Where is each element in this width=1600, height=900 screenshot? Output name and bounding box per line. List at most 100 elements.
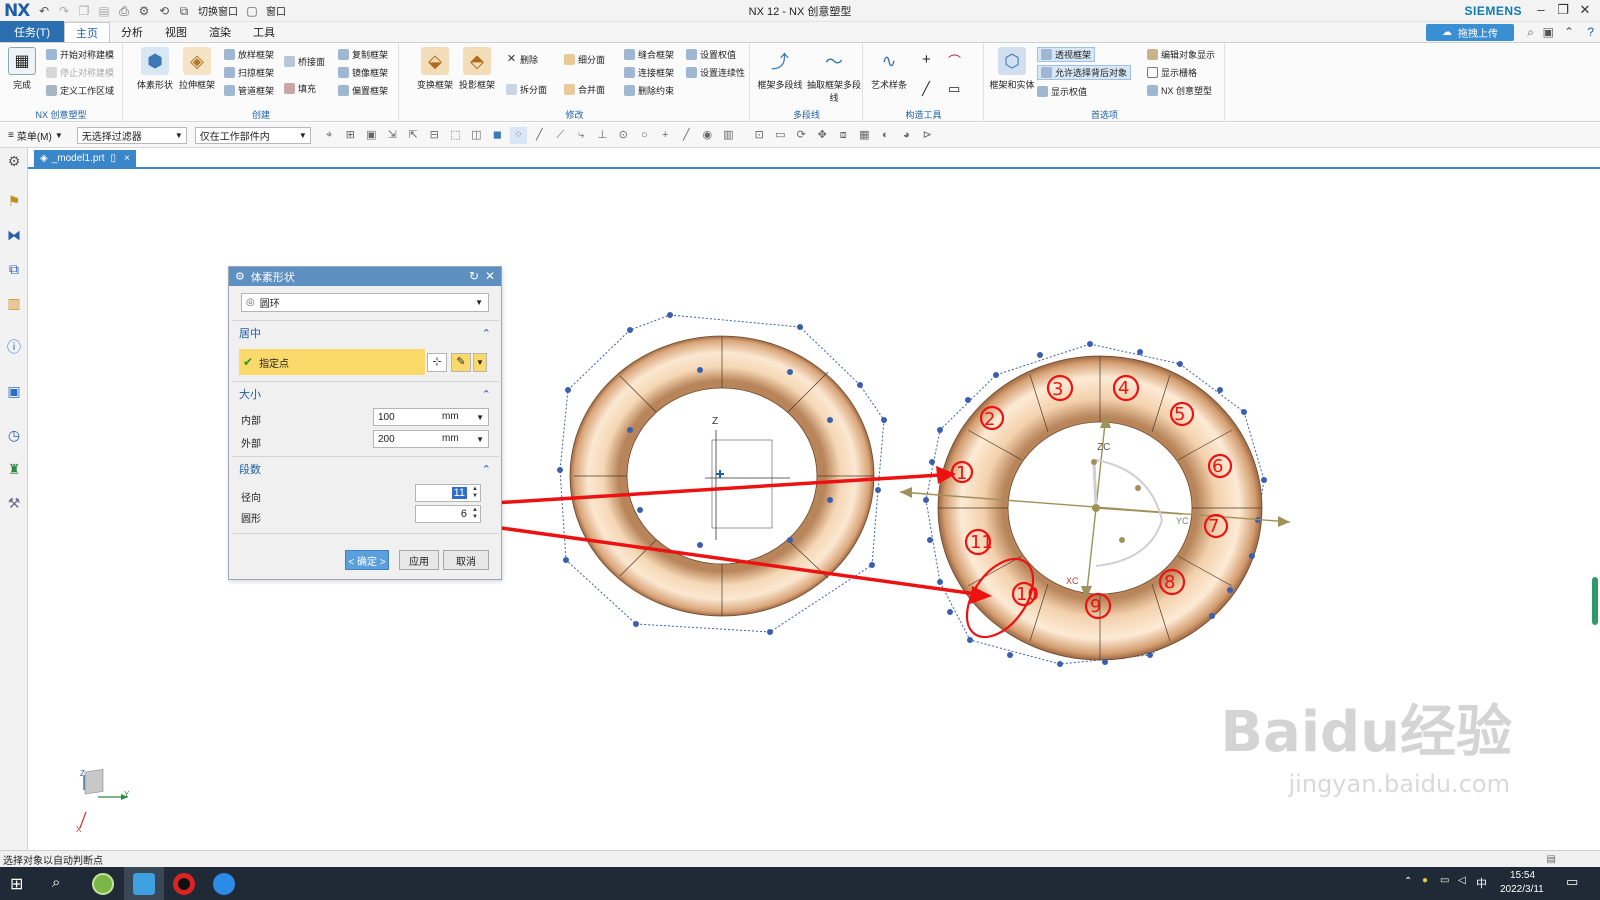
minimize-icon[interactable]: – [1532, 2, 1550, 17]
layout-icon[interactable]: ▣ [1543, 25, 1554, 39]
pick-icon[interactable]: ⇲ [384, 127, 401, 144]
tab-home[interactable]: 主页 [64, 22, 110, 42]
selection-scope-dropdown[interactable]: 仅在工作部件内 ▼ [194, 126, 311, 144]
mirror-frame-button[interactable]: 镜像框架 [338, 66, 388, 79]
view-fit-icon[interactable]: ⊡ [751, 127, 768, 144]
switch-window-icon[interactable]: ⧉ [177, 4, 191, 18]
circular-segments-spinner[interactable]: 6 ▲ ▼ [415, 505, 481, 523]
set-continuity-button[interactable]: 设置连续性 [686, 66, 745, 79]
shading-icon[interactable]: ◕ [898, 127, 915, 144]
inner-unit[interactable]: mm [442, 411, 459, 422]
outer-unit[interactable]: mm [442, 433, 459, 444]
extrude-frame-button[interactable]: ◈ 拉伸框架 [174, 47, 220, 91]
point-tool-icon[interactable]: + [922, 51, 931, 68]
reuse-library-icon[interactable]: ▥ [5, 294, 23, 312]
web-browser-icon[interactable]: ⓘ [5, 338, 23, 356]
specify-point-row[interactable]: ✔ 指定点 [239, 349, 425, 375]
show-grid-button[interactable]: 显示栅格 [1147, 66, 1197, 79]
radial-segments-spinner[interactable]: 11 ▲ ▼ [415, 484, 481, 502]
close-window-icon[interactable]: ✕ [1576, 2, 1594, 18]
perpendicular-snap-icon[interactable]: ⊥ [594, 127, 611, 144]
ok-button[interactable]: < 确定 > [345, 550, 389, 570]
tools-icon[interactable]: ⚙ [137, 4, 151, 18]
help-icon[interactable]: ? [1587, 25, 1594, 39]
section-center-header[interactable]: 居中 ⌃ [237, 324, 495, 342]
cloud-upload-button[interactable]: ☁ 拖拽上传 [1426, 24, 1514, 41]
fill-button[interactable]: 填充 [284, 82, 316, 95]
cancel-button[interactable]: 取消 [443, 550, 489, 570]
frame-and-body-button[interactable]: ⬡ 框架和实体 [989, 47, 1035, 91]
curve-snap-icon[interactable]: ⤷ [573, 127, 590, 144]
copy-icon[interactable]: ❐ [77, 4, 91, 18]
point-options-dropdown[interactable]: ▼ [473, 353, 487, 372]
inner-diameter-input[interactable]: 100 mm ▼ [373, 408, 489, 426]
system-materials-icon[interactable]: ⚒ [5, 494, 23, 512]
clock-icon[interactable]: ◷ [5, 426, 23, 444]
recorder-icon[interactable] [173, 873, 195, 895]
vertical-scrollbar-thumb[interactable] [1592, 577, 1598, 625]
document-tab[interactable]: ◈ _model1.prt ▯ × [34, 150, 136, 167]
line-tool-icon[interactable]: ╱ [922, 81, 930, 97]
tab-tools[interactable]: 工具 [242, 22, 286, 42]
split-face-button[interactable]: 拆分面 [506, 83, 547, 96]
box-select-icon[interactable]: ⬚ [447, 127, 464, 144]
shape-type-dropdown[interactable]: ◎ 圆环 ▼ [241, 293, 489, 312]
chevron-down-icon[interactable]: ▼ [476, 413, 484, 422]
pick-multi-icon[interactable]: ⇱ [405, 127, 422, 144]
settings-icon[interactable]: ⚙ [5, 152, 23, 170]
tab-view[interactable]: 视图 [154, 22, 198, 42]
browser-icon[interactable] [92, 873, 114, 895]
roles-icon[interactable]: ♜ [5, 460, 23, 478]
clock-time[interactable]: 15:54 [1510, 870, 1535, 881]
messenger-icon[interactable] [213, 873, 235, 895]
project-frame-button[interactable]: ⬘ 投影框架 [454, 47, 500, 91]
cube-icon[interactable]: ◫ [468, 127, 485, 144]
merge-face-button[interactable]: 合并面 [564, 83, 605, 96]
volume-icon[interactable]: ◁ [1458, 875, 1466, 886]
sweep-frame-button[interactable]: 扫掠框架 [224, 66, 274, 79]
pipe-frame-button[interactable]: 管道框架 [224, 84, 274, 97]
line-tool-icon[interactable]: ╱ [678, 127, 695, 144]
repeat-icon[interactable]: ⟲ [157, 4, 171, 18]
spinner-arrows-icon[interactable]: ▲ ▼ [472, 486, 478, 500]
collapse-ribbon-icon[interactable]: ⌃ [1564, 25, 1574, 39]
pan-icon[interactable]: ✥ [814, 127, 831, 144]
point-dialog-button[interactable]: ⊹ [427, 353, 447, 372]
vertex-snap-icon[interactable]: ⁘ [509, 126, 527, 144]
part-navigator-icon[interactable]: ⚑ [5, 192, 23, 210]
snap-icon[interactable]: ⌖ [321, 127, 338, 144]
tab-analysis[interactable]: 分析 [110, 22, 154, 42]
restore-icon[interactable]: ❐ [1554, 2, 1572, 18]
tray-chevron-icon[interactable]: ⌃ [1404, 876, 1412, 887]
circle-snap-icon[interactable]: ○ [636, 127, 653, 144]
art-spline-button[interactable]: ∿ 艺术样条 [866, 47, 912, 91]
view-window-icon[interactable]: ▭ [772, 127, 789, 144]
see-through-frame-toggle[interactable]: 透视框架 [1037, 47, 1096, 62]
nx-app-icon[interactable] [133, 873, 155, 895]
center-snap-icon[interactable]: ⊙ [615, 127, 632, 144]
reset-icon[interactable]: ↻ [469, 269, 479, 283]
point-snap-icon[interactable]: ◉ [699, 127, 716, 144]
stitch-frame-button[interactable]: 缝合框架 [624, 48, 674, 61]
inferred-point-button[interactable]: ✎ [451, 353, 471, 372]
layer-icon[interactable]: ▥ [720, 127, 737, 144]
ime-indicator[interactable]: 中 [1476, 875, 1487, 891]
constraint-navigator-icon[interactable]: ⧉ [5, 260, 23, 278]
assembly-navigator-icon[interactable]: ⧓ [5, 226, 23, 244]
clock-date[interactable]: 2022/3/11 [1500, 884, 1544, 895]
set-weight-button[interactable]: 设置权值 [686, 48, 736, 61]
connect-frame-button[interactable]: 连接框架 [624, 66, 674, 79]
tray-app-icon[interactable]: ● [1422, 875, 1428, 886]
filter-icon[interactable]: ⊞ [342, 127, 359, 144]
spinner-arrows-icon[interactable]: ▲ ▼ [472, 507, 478, 521]
search-icon[interactable]: ⌕ [1527, 25, 1534, 40]
finish-button[interactable]: ▦ 完成 [2, 47, 42, 91]
tab-task[interactable]: 任务(T) [0, 21, 64, 42]
visibility-icon[interactable]: ⊳ [919, 127, 936, 144]
window-icon[interactable]: ▢ [245, 4, 259, 18]
face-icon[interactable]: ◼ [489, 127, 506, 144]
body-shape-button[interactable]: ⬢ 体素形状 [132, 47, 178, 91]
apply-button[interactable]: 应用 [399, 550, 439, 570]
dialog-title-bar[interactable]: ⚙ 体素形状 ↻ ✕ [229, 267, 501, 286]
windows-start-icon[interactable]: ⊞ [10, 874, 23, 894]
